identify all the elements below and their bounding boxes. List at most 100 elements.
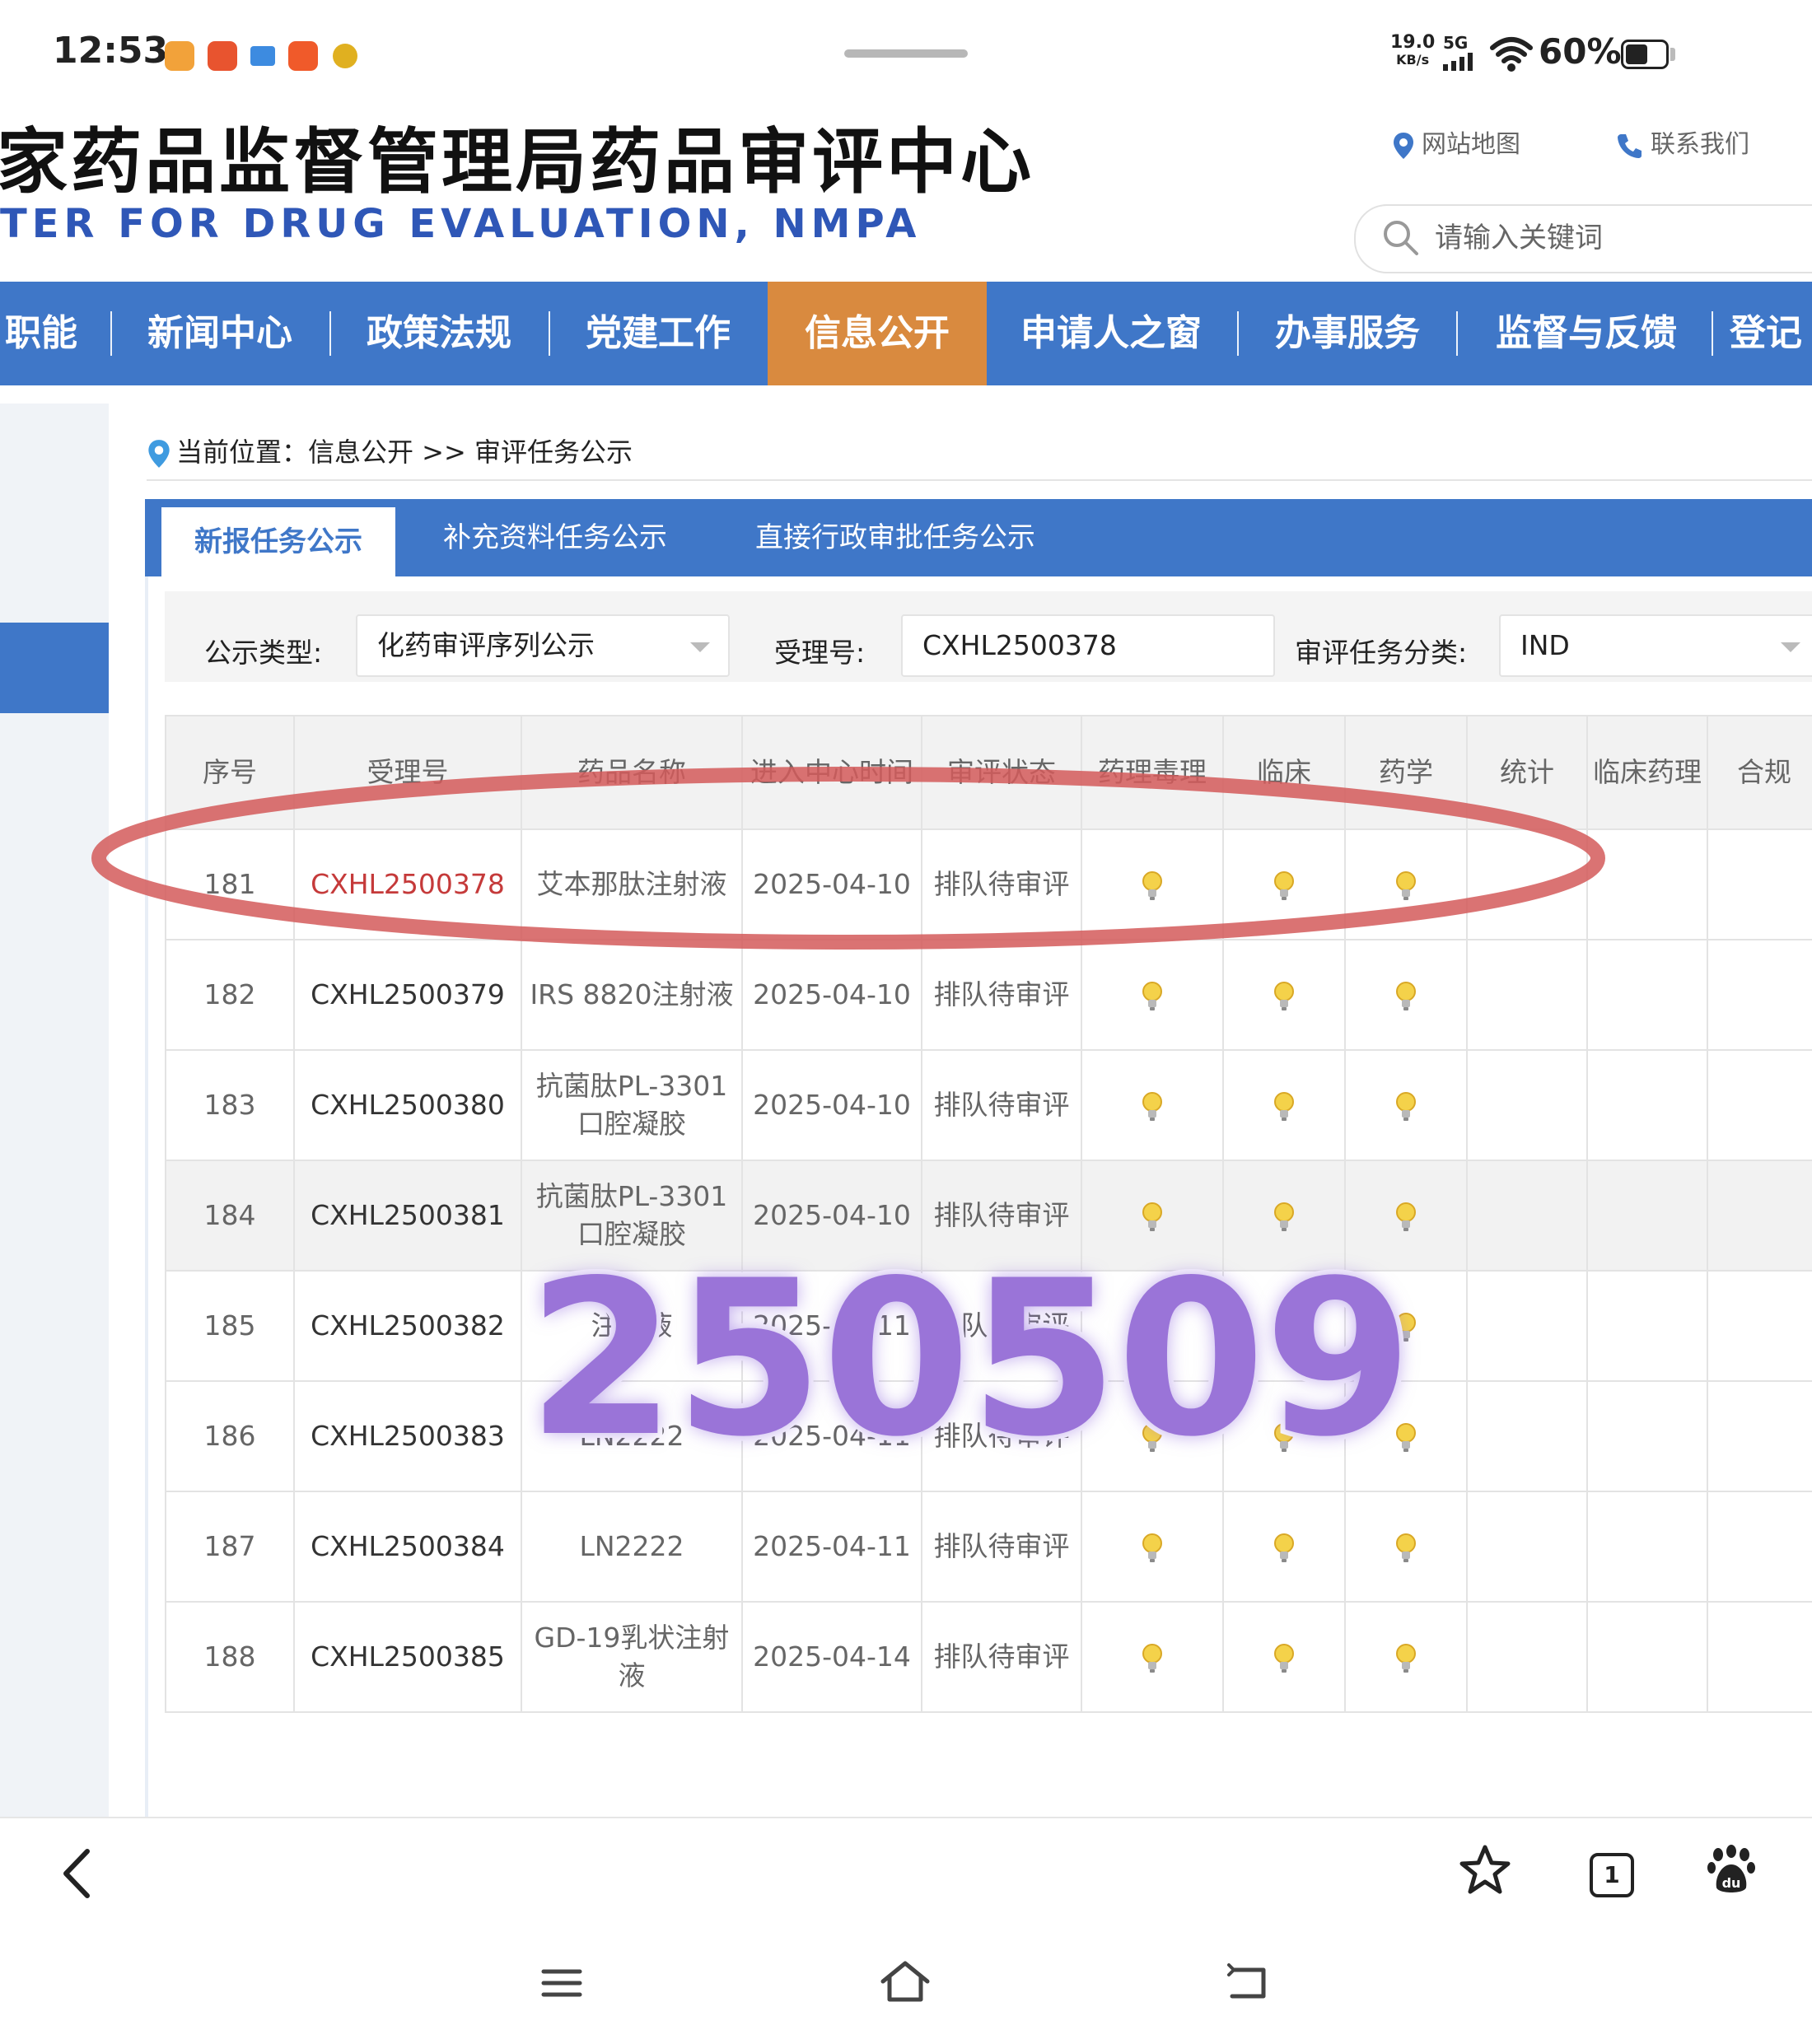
bulb-icon: [1396, 1533, 1416, 1562]
nav-item-party[interactable]: 党建工作: [562, 282, 754, 385]
table-row[interactable]: 181 CXHL2500378 艾本那肽注射液 2025-04-10 排队待审评: [165, 828, 1812, 940]
table-row[interactable]: 183 CXHL2500380 抗菌肽PL-3301口腔凝胶 2025-04-10 排队…: [165, 1049, 1812, 1161]
cell-accept-no[interactable]: CXHL2500385: [293, 1601, 522, 1713]
col-header: 受理号: [293, 715, 522, 830]
contact-link[interactable]: 联系我们: [1616, 124, 1749, 160]
type-filter-select[interactable]: 化药审评序列公示: [356, 614, 730, 677]
svg-text:du: du: [1722, 1875, 1741, 1891]
accept-no-label: 受理号:: [774, 637, 866, 669]
accept-no-input[interactable]: CXHL2500378: [901, 614, 1275, 677]
cell-empty: [1707, 1270, 1812, 1382]
cell-drug-name: GD-19乳状注射液: [521, 1601, 743, 1713]
breadcrumb-text: 当前位置：信息公开 >> 审评任务公示: [176, 436, 633, 468]
nav-item-services[interactable]: 办事服务: [1250, 282, 1445, 385]
bulb-icon: [1142, 1202, 1162, 1231]
cell-accept-no[interactable]: CXHL2500382: [293, 1270, 522, 1382]
nav-item-policy[interactable]: 政策法规: [343, 282, 535, 385]
tab-supplement-tasks[interactable]: 补充资料任务公示: [413, 499, 697, 576]
cell-drug-name: 抗菌肽PL-3301口腔凝胶: [521, 1049, 743, 1161]
bulb-icon: [1274, 981, 1294, 1010]
cell-entry-date: 2025-04-11: [741, 1491, 922, 1603]
nav-separator: [1712, 311, 1713, 356]
baidu-paw-icon[interactable]: du: [1707, 1845, 1756, 1896]
back-arrow-icon[interactable]: [58, 1846, 94, 1901]
cell-empty: [1586, 828, 1708, 940]
cell-review-discipline: [1344, 828, 1468, 940]
sidebar-active-item[interactable]: [0, 623, 109, 713]
cell-review-status: 排队待审评: [921, 828, 1082, 940]
date-watermark: 250509: [522, 1230, 1417, 1489]
taobao-app-icon: [288, 41, 318, 71]
col-header: 合规: [1707, 715, 1812, 830]
wifi-icon: [1490, 37, 1533, 72]
search-input[interactable]: [1433, 217, 1799, 259]
cell-seq-no: 187: [165, 1491, 295, 1603]
nav-separator: [329, 311, 331, 356]
bulb-icon: [1142, 1091, 1162, 1121]
table-row[interactable]: 188 CXHL2500385 GD-19乳状注射液 2025-04-14 排队待审评: [165, 1601, 1812, 1713]
star-icon[interactable]: [1458, 1843, 1512, 1897]
cell-empty: [1586, 1380, 1708, 1492]
nav-item-supervision[interactable]: 监督与反馈: [1469, 282, 1703, 385]
cell-review-status: 排队待审评: [921, 1601, 1082, 1713]
app-notification-icon: [165, 41, 194, 71]
cell-review-discipline: [1222, 828, 1346, 940]
table-row[interactable]: 182 CXHL2500379 IRS 8820注射液 2025-04-10 排队待审评: [165, 939, 1812, 1051]
cell-seq-no: 185: [165, 1270, 295, 1382]
task-table: 序号 受理号 药品名称 进入中心时间 审评状态 药理毒理 临床 药学 统计 临床…: [165, 715, 1812, 1713]
cell-empty: [1707, 1601, 1812, 1713]
accept-no-value: CXHL2500378: [922, 629, 1117, 661]
app-notification-icon: [208, 41, 237, 71]
cell-entry-date: 2025-04-10: [741, 939, 922, 1051]
bulb-icon: [1396, 870, 1416, 900]
top-drag-handle[interactable]: [844, 49, 968, 58]
cell-accept-no[interactable]: CXHL2500381: [293, 1160, 522, 1272]
search-icon[interactable]: [1380, 217, 1420, 257]
tab-count-button[interactable]: 1: [1590, 1853, 1634, 1897]
phone-icon: [1618, 133, 1642, 158]
cell-review-discipline: [1344, 1491, 1468, 1603]
table-header-row: 序号 受理号 药品名称 进入中心时间 审评状态 药理毒理 临床 药学 统计 临床…: [165, 715, 1812, 830]
nav-item-register[interactable]: 登记: [1730, 282, 1812, 385]
cell-accept-no[interactable]: CXHL2500384: [293, 1491, 522, 1603]
menu-icon[interactable]: [540, 1967, 583, 2000]
tab-direct-approval-tasks[interactable]: 直接行政审批任务公示: [720, 499, 1071, 576]
home-icon[interactable]: [878, 1958, 932, 2004]
cell-empty: [1586, 939, 1708, 1051]
nav-item-news[interactable]: 新闻中心: [124, 282, 316, 385]
bulb-icon: [1274, 870, 1294, 900]
cell-accept-no[interactable]: CXHL2500378: [293, 828, 522, 940]
cell-accept-no[interactable]: CXHL2500379: [293, 939, 522, 1051]
cell-review-status: 排队待审评: [921, 1491, 1082, 1603]
cell-review-status: 排队待审评: [921, 1049, 1082, 1161]
cell-empty: [1466, 1380, 1588, 1492]
cell-empty: [1466, 1601, 1588, 1713]
cell-empty: [1586, 1160, 1708, 1272]
back-nav-icon[interactable]: [1226, 1963, 1272, 2003]
battery-percent: 60%: [1539, 31, 1622, 72]
category-select[interactable]: IND: [1499, 614, 1812, 677]
cell-accept-no[interactable]: CXHL2500380: [293, 1049, 522, 1161]
content-border: [145, 576, 148, 1820]
cell-seq-no: 186: [165, 1380, 295, 1492]
cell-seq-no: 184: [165, 1160, 295, 1272]
table-row[interactable]: 187 CXHL2500384 LN2222 2025-04-11 排队待审评: [165, 1491, 1812, 1603]
nav-item-applicant[interactable]: 申请人之窗: [1000, 282, 1222, 385]
bulb-icon: [1142, 1533, 1162, 1562]
chevron-down-icon: [690, 642, 710, 652]
nav-item-functions[interactable]: 职能: [0, 282, 82, 385]
signal-icon: [1443, 53, 1473, 71]
cell-review-discipline: [1344, 1601, 1468, 1713]
cell-empty: [1466, 939, 1588, 1051]
cell-empty: [1586, 1491, 1708, 1603]
nav-item-info-disclosure[interactable]: 信息公开: [768, 282, 987, 385]
cell-seq-no: 181: [165, 828, 295, 940]
site-title-en[interactable]: TER FOR DRUG EVALUATION, NMPA: [0, 201, 921, 247]
cell-empty: [1707, 828, 1812, 940]
site-title-zh[interactable]: 家药品监督管理局药品审评中心: [0, 104, 1034, 207]
tab-new-tasks[interactable]: 新报任务公示: [161, 507, 395, 581]
cell-accept-no[interactable]: CXHL2500383: [293, 1380, 522, 1492]
sitemap-link[interactable]: 网站地图: [1392, 124, 1520, 161]
category-value: IND: [1520, 629, 1570, 661]
nav-separator: [1237, 311, 1239, 356]
